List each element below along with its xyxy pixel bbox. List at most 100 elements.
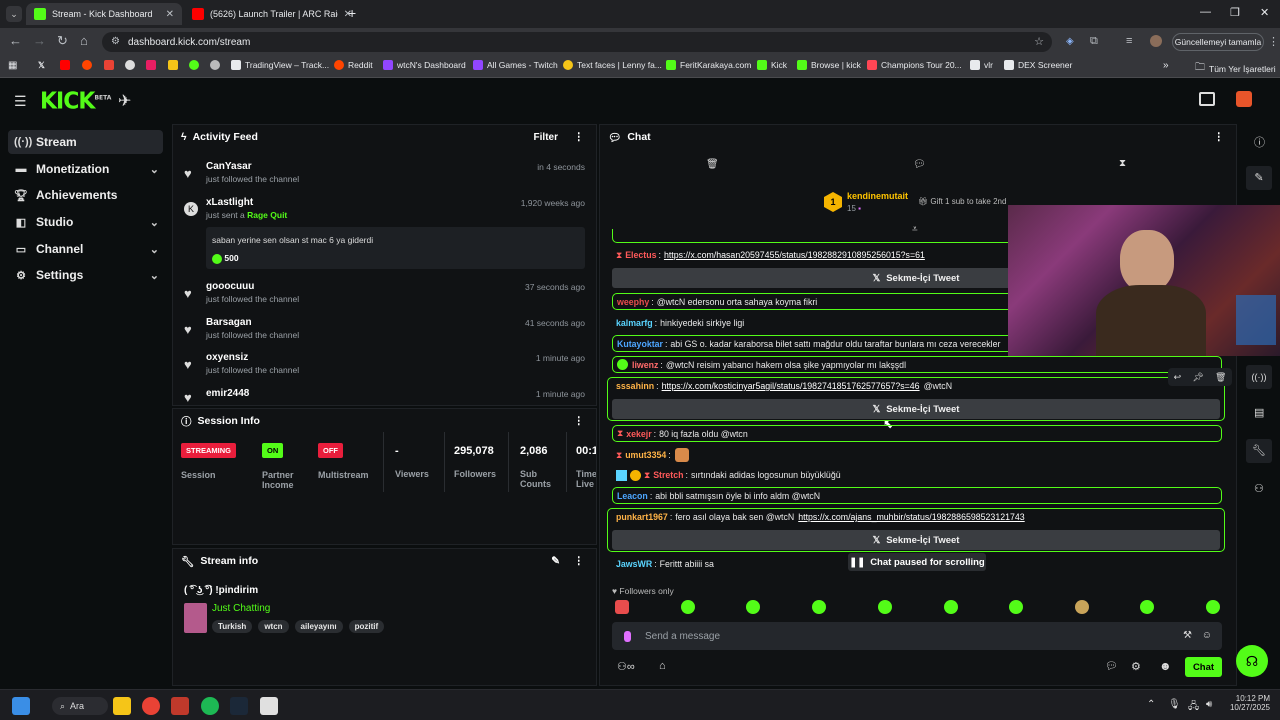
emote-icon[interactable] xyxy=(746,600,760,614)
close-tab-icon[interactable]: ✕ xyxy=(166,9,174,20)
bookmark-champions-tour[interactable]: Champions Tour 20... xyxy=(867,60,962,70)
emote-icon[interactable] xyxy=(812,600,826,614)
close-window-icon[interactable]: ✕ xyxy=(1260,6,1269,19)
gift-prompt[interactable]: 🎁︎ Gift 1 sub to take 2nd xyxy=(918,197,1006,206)
delete-icon[interactable]: 🗑︎ xyxy=(1215,372,1226,383)
more-options-icon[interactable]: ⋮ xyxy=(1214,131,1225,143)
more-options-icon[interactable]: ⋮ xyxy=(574,131,585,143)
send-chat-button[interactable]: Chat xyxy=(1185,657,1222,677)
tray-overflow-icon[interactable]: ⌃ xyxy=(1147,699,1155,710)
new-tab-icon[interactable]: + xyxy=(348,5,356,21)
layers-icon[interactable]: ▤ xyxy=(1254,406,1264,419)
sidebar-item-monetization[interactable]: ▬ Monetization ⌄ xyxy=(8,157,163,181)
emote-picker-icon[interactable]: ☻ xyxy=(1159,659,1172,673)
menu-dots-icon[interactable]: ⋮ xyxy=(1268,35,1279,48)
tag[interactable]: aileyayını xyxy=(294,620,343,633)
bookmark-dex-screener[interactable]: DEX Screener xyxy=(1004,60,1072,70)
top-gifter-name[interactable]: kendinemutait xyxy=(847,191,908,201)
kick-account-icon[interactable] xyxy=(1199,92,1215,106)
bookmark-x-icon[interactable]: 𝕏 xyxy=(38,60,45,71)
emote-icon[interactable] xyxy=(681,600,695,614)
bookmark-globe-icon[interactable] xyxy=(210,60,220,70)
hourglass-icon[interactable]: ⧗ xyxy=(1119,158,1126,169)
emote-icon[interactable] xyxy=(615,600,629,614)
windows-start-icon[interactable] xyxy=(12,697,30,715)
tweet-embed-button[interactable]: 𝕏 Sekme-İçi Tweet xyxy=(612,399,1220,419)
reload-icon[interactable]: ↻ xyxy=(57,33,68,49)
address-bar[interactable]: ⚙ dashboard.kick.com/stream ☆ xyxy=(102,32,1052,52)
bookmark-github-icon[interactable] xyxy=(125,60,135,70)
gear-icon[interactable]: ⚙ xyxy=(1131,660,1141,673)
app-icon[interactable] xyxy=(171,697,189,715)
bookmark-youtube-icon[interactable] xyxy=(60,60,70,70)
channel-avatar[interactable] xyxy=(1236,91,1252,107)
info-icon[interactable]: ⓘ xyxy=(1254,134,1265,150)
emote-menu-icon[interactable]: ⚒ xyxy=(1183,630,1192,641)
bookmark-lenny[interactable]: Text faces | Lenny fa... xyxy=(563,60,662,70)
wrench-icon[interactable]: 🔧︎ xyxy=(1246,439,1272,463)
bookmark-browse-kick[interactable]: Browse | kick xyxy=(797,60,861,70)
edit-pencil-icon[interactable]: ✎ xyxy=(551,555,560,567)
reply-icon[interactable]: ↩ xyxy=(1174,372,1182,383)
bookmark-reddit[interactable]: Reddit xyxy=(334,60,373,70)
more-bookmarks-icon[interactable]: » xyxy=(1163,60,1169,71)
all-bookmarks[interactable]: 🗀 Tüm Yer İşaretleri xyxy=(1195,60,1276,77)
steam-icon[interactable] xyxy=(230,697,248,715)
tab-kick-dashboard[interactable]: Stream - Kick Dashboard ✕ xyxy=(26,3,182,25)
obs-icon[interactable] xyxy=(260,697,278,715)
bookmark-wtcn-dashboard[interactable]: wtcN's Dashboard xyxy=(383,60,466,70)
bookmark-y-icon[interactable] xyxy=(146,60,156,70)
maximize-icon[interactable]: ❐ xyxy=(1230,6,1240,19)
bookmark-vlr[interactable]: vlr xyxy=(970,60,993,70)
bookmark-star-icon[interactable]: ☆ xyxy=(1034,35,1044,48)
chat-input[interactable]: Send a message ⚒ ☺ xyxy=(612,622,1222,650)
home-icon[interactable]: ⌂ xyxy=(80,33,88,49)
spotify-icon[interactable] xyxy=(201,697,219,715)
sidebar-item-channel[interactable]: ▭ Channel ⌄ xyxy=(8,237,163,261)
bookmark-tradingview[interactable]: TradingView – Track... xyxy=(231,60,329,70)
emote-icon[interactable] xyxy=(1206,600,1220,614)
sidebar-item-stream[interactable]: ((·)) Stream xyxy=(8,130,163,154)
emote-icon[interactable] xyxy=(878,600,892,614)
tag[interactable]: Turkish xyxy=(212,620,253,633)
site-info-icon[interactable]: ⚙ xyxy=(111,36,120,47)
forward-icon[interactable]: → xyxy=(33,33,46,49)
minimize-icon[interactable]: — xyxy=(1200,6,1211,18)
media-control-icon[interactable]: ≡ xyxy=(1126,35,1132,47)
category-thumbnail[interactable] xyxy=(184,603,207,633)
network-icon[interactable]: 🖧 xyxy=(1188,699,1199,716)
category-link[interactable]: Just Chatting xyxy=(212,603,270,614)
support-headset-icon[interactable]: ☊ xyxy=(1236,645,1268,677)
smiley-icon[interactable]: ☺ xyxy=(1202,630,1212,641)
bookmark-imdb-icon[interactable] xyxy=(168,60,178,70)
hamburger-menu-icon[interactable]: ☰ xyxy=(14,93,27,110)
emote-icon[interactable] xyxy=(1009,600,1023,614)
chat-filter-icon[interactable]: 💬︎ xyxy=(913,159,926,170)
tweet-embed-button[interactable]: 𝕏 Sekme-İçi Tweet xyxy=(612,530,1220,550)
taskbar-clock[interactable]: 10:12 PM 10/27/2025 xyxy=(1226,694,1270,712)
tab-youtube[interactable]: (5626) Launch Trailer | ARC Raid ✕ xyxy=(184,3,360,25)
store-icon[interactable]: ⌂ xyxy=(659,660,666,672)
bookmark-reddit-icon[interactable] xyxy=(82,60,92,70)
chrome-icon[interactable] xyxy=(142,697,160,715)
file-explorer-icon[interactable] xyxy=(113,697,131,715)
tab-search-icon[interactable]: ⌄ xyxy=(6,6,22,22)
emote-icon[interactable] xyxy=(1075,600,1089,614)
broadcast-icon[interactable]: ((·)) xyxy=(1246,365,1272,389)
update-button[interactable]: Güncellemeyi tamamla xyxy=(1172,33,1264,51)
edit-pencil-icon[interactable]: ✎ xyxy=(1246,166,1272,190)
bookmark-green-icon[interactable] xyxy=(189,60,199,70)
kick-logo[interactable]: KICKBETA xyxy=(40,88,111,114)
extension-icon[interactable]: ◈ xyxy=(1066,36,1074,47)
pin-icon[interactable]: 📌︎ xyxy=(1192,372,1203,383)
tag[interactable]: pozitif xyxy=(348,620,385,633)
sidebar-item-studio[interactable]: ◧ Studio ⌄ xyxy=(8,210,163,234)
trash-icon[interactable]: 🗑︎ xyxy=(706,159,719,170)
taskbar-search[interactable]: ⌕ Ara xyxy=(52,697,108,715)
bookmark-gmail-icon[interactable] xyxy=(104,60,114,70)
bookmark-twitch[interactable]: All Games - Twitch xyxy=(473,60,558,70)
community-icon[interactable]: ⚇∞ xyxy=(617,660,635,673)
emote-icon[interactable] xyxy=(1140,600,1154,614)
chat-bubble-icon[interactable]: 💬︎ xyxy=(1105,661,1118,672)
mic-icon[interactable]: 🎙︎ xyxy=(1168,699,1181,710)
